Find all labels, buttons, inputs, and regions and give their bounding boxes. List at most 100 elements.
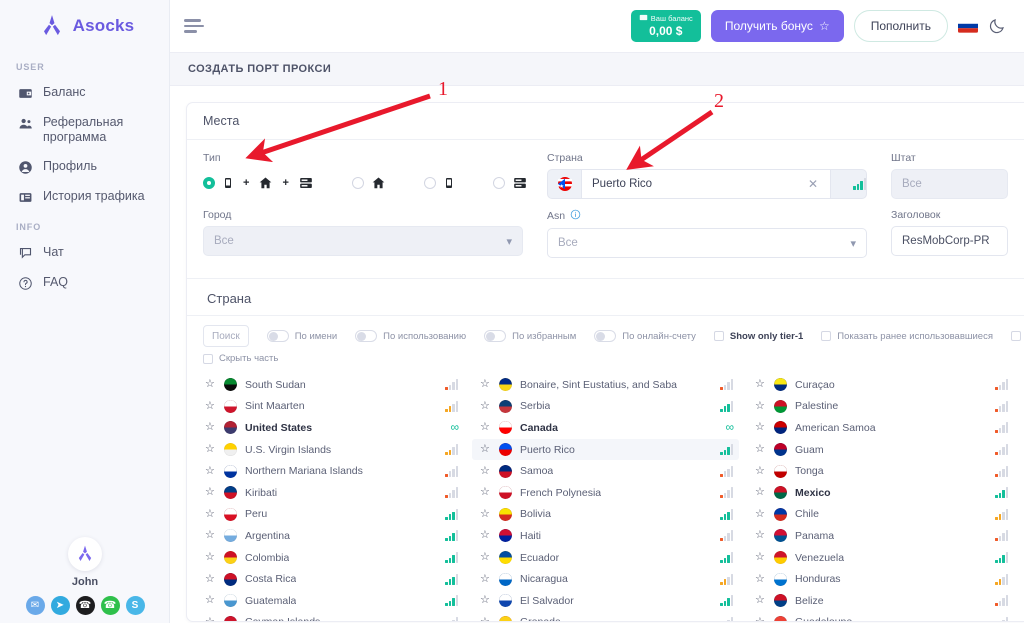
type-option-mobile-home-datacenter[interactable]: + +: [203, 176, 314, 190]
skype-icon[interactable]: S: [125, 596, 145, 615]
country-list-item[interactable]: ☆ Curaçao: [747, 374, 1014, 396]
toggle-switch[interactable]: [355, 330, 378, 342]
favorite-star-icon[interactable]: ☆: [205, 508, 216, 520]
favorite-star-icon[interactable]: ☆: [480, 422, 491, 433]
country-list-item[interactable]: ☆ American Samoa: [747, 417, 1014, 439]
toggle-switch[interactable]: [484, 330, 507, 342]
favorite-star-icon[interactable]: ☆: [480, 616, 491, 621]
favorite-star-icon[interactable]: ☆: [480, 530, 491, 541]
favorite-star-icon[interactable]: ☆: [755, 530, 766, 541]
sidebar-item-faq[interactable]: FAQ: [0, 268, 169, 298]
title-input[interactable]: ResMobCorp-PR: [891, 226, 1008, 256]
country-list-item[interactable]: ☆ Cayman Islands: [197, 612, 464, 621]
favorite-star-icon[interactable]: ☆: [755, 444, 766, 455]
favorite-star-icon[interactable]: ☆: [205, 400, 216, 412]
country-list-item[interactable]: ☆ El Salvador: [472, 590, 739, 612]
country-list-item[interactable]: ☆ Puerto Rico: [472, 438, 739, 461]
close-icon[interactable]: ✕: [804, 177, 822, 191]
favorite-star-icon[interactable]: ☆: [480, 552, 491, 563]
radio-selected-icon[interactable]: [203, 177, 215, 189]
toggle-switch[interactable]: [266, 330, 289, 342]
country-list-item[interactable]: ☆ Panama: [747, 525, 1014, 547]
topup-button[interactable]: Пополнить: [853, 10, 948, 42]
favorite-star-icon[interactable]: ☆: [755, 422, 766, 433]
city-select[interactable]: Все ▾: [203, 226, 523, 256]
toggle-by-usage[interactable]: По использованию: [355, 330, 466, 342]
avatar[interactable]: [68, 537, 102, 571]
favorite-star-icon[interactable]: ☆: [205, 379, 216, 390]
country-list-item[interactable]: ☆ U.S. Virgin Islands: [197, 439, 464, 461]
asn-select[interactable]: Все ▾: [547, 228, 867, 258]
country-list-item[interactable]: ☆ Guatemala: [197, 590, 464, 612]
favorite-star-icon[interactable]: ☆: [480, 487, 491, 498]
country-list-item[interactable]: ☆ United States ∞: [197, 417, 464, 439]
checkbox-tier1[interactable]: Show only tier-1: [713, 331, 803, 342]
favorite-star-icon[interactable]: ☆: [205, 487, 216, 498]
balance-chip[interactable]: Ваш баланс 0,00 $: [630, 10, 701, 42]
radio-icon[interactable]: [351, 177, 364, 189]
favorite-star-icon[interactable]: ☆: [480, 508, 491, 520]
phone-icon[interactable]: ☎: [75, 596, 95, 615]
search-input[interactable]: Поиск: [203, 325, 249, 347]
type-option-mobile[interactable]: [423, 176, 455, 190]
state-select[interactable]: Все: [891, 169, 1008, 199]
country-list-item[interactable]: ☆ Bonaire, Sint Eustatius, and Saba: [472, 374, 739, 396]
country-list-item[interactable]: ☆ South Sudan: [197, 374, 464, 396]
checkbox-icon[interactable]: [821, 331, 832, 341]
favorite-star-icon[interactable]: ☆: [480, 379, 491, 390]
favorite-star-icon[interactable]: ☆: [755, 573, 766, 585]
country-list-item[interactable]: ☆ Serbia: [472, 396, 739, 418]
favorite-star-icon[interactable]: ☆: [480, 573, 491, 585]
country-list-item[interactable]: ☆ Sint Maarten: [197, 396, 464, 418]
favorite-star-icon[interactable]: ☆: [755, 508, 766, 520]
favorite-star-icon[interactable]: ☆: [755, 552, 766, 563]
favorite-star-icon[interactable]: ☆: [205, 616, 216, 621]
country-list-item[interactable]: ☆ Chile: [747, 504, 1014, 526]
country-list-item[interactable]: ☆ Kiribati: [197, 482, 464, 504]
radio-icon[interactable]: [423, 177, 436, 189]
favorite-star-icon[interactable]: ☆: [205, 444, 216, 455]
sidebar-item-traffic-history[interactable]: История трафика: [0, 182, 169, 212]
brand[interactable]: Asocks: [0, 0, 169, 52]
get-bonus-button[interactable]: Получить бонус ☆: [710, 10, 844, 42]
telegram-icon[interactable]: ➤: [50, 596, 70, 615]
country-list-item[interactable]: ☆ Costa Rica: [197, 568, 464, 590]
favorite-star-icon[interactable]: ☆: [205, 530, 216, 541]
country-list-item[interactable]: ☆ Venezuela: [747, 547, 1014, 569]
country-list-item[interactable]: ☆ Canada ∞: [472, 417, 739, 439]
toggle-by-online-count[interactable]: По онлайн-счету: [594, 330, 696, 342]
country-list-item[interactable]: ☆ Samoa: [472, 460, 739, 482]
favorite-star-icon[interactable]: ☆: [755, 616, 766, 621]
country-list-item[interactable]: ☆ Grenada: [472, 612, 739, 621]
country-list-item[interactable]: ☆ Belize: [747, 590, 1014, 612]
sidebar-item-profile[interactable]: Профиль: [0, 152, 169, 182]
hamburger-icon[interactable]: [184, 19, 204, 33]
country-list-item[interactable]: ☆ Argentina: [197, 525, 464, 547]
favorite-star-icon[interactable]: ☆: [755, 595, 766, 606]
country-list-item[interactable]: ☆ Palestine: [747, 396, 1014, 418]
checkbox-icon[interactable]: [713, 331, 724, 341]
favorite-star-icon[interactable]: ☆: [480, 400, 491, 412]
country-list-item[interactable]: ☆ Mexico: [747, 482, 1014, 504]
country-list-item[interactable]: ☆ Haiti: [472, 525, 739, 547]
favorite-star-icon[interactable]: ☆: [480, 444, 491, 455]
country-list-item[interactable]: ☆ Northern Mariana Islands: [197, 460, 464, 482]
favorite-star-icon[interactable]: ☆: [755, 487, 766, 498]
country-list-item[interactable]: ☆ Ecuador: [472, 547, 739, 569]
moon-icon[interactable]: [988, 17, 1006, 35]
country-list-item[interactable]: ☆ Guadeloupe: [747, 612, 1014, 621]
country-list-item[interactable]: ☆ Bolivia: [472, 504, 739, 526]
country-list-item[interactable]: ☆ Colombia: [197, 547, 464, 569]
toggle-by-favorites[interactable]: По избранным: [484, 330, 576, 342]
favorite-star-icon[interactable]: ☆: [205, 552, 216, 563]
favorite-star-icon[interactable]: ☆: [480, 595, 491, 606]
country-list-item[interactable]: ☆ Nicaragua: [472, 568, 739, 590]
checkbox-extra[interactable]: [1011, 331, 1021, 341]
toggle-by-name[interactable]: По имени: [266, 330, 337, 342]
country-list-item[interactable]: ☆ Peru: [197, 504, 464, 526]
country-control[interactable]: Puerto Rico ✕: [547, 169, 867, 199]
info-icon[interactable]: [570, 209, 581, 223]
whatsapp-icon[interactable]: ☎: [100, 596, 120, 615]
sidebar-item-chat[interactable]: Чат: [0, 238, 169, 268]
toggle-switch[interactable]: [594, 330, 617, 342]
